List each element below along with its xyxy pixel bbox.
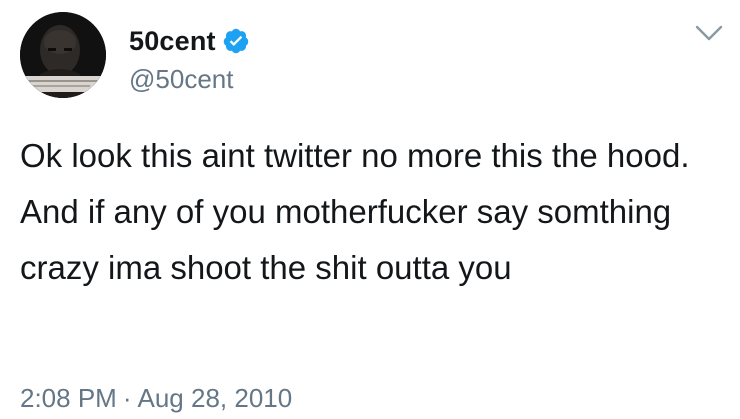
meta-separator: · — [122, 383, 132, 413]
tweet-text: Ok look this aint twitter no more this t… — [20, 137, 690, 286]
tweet-time: 2:08 PM — [20, 383, 117, 413]
profile-photo — [20, 12, 106, 98]
tweet-timestamp[interactable]: 2:08 PM · Aug 28, 2010 — [20, 383, 292, 414]
author-name-row: 50cent — [129, 24, 250, 58]
chevron-down-icon[interactable] — [694, 22, 724, 44]
avatar[interactable] — [20, 12, 106, 98]
author-display-name[interactable]: 50cent — [129, 26, 216, 57]
tweet-card: 50cent @50cent Ok look this aint twitter… — [0, 0, 740, 419]
author-handle[interactable]: @50cent — [129, 64, 233, 95]
tweet-date: Aug 28, 2010 — [137, 383, 293, 413]
verified-badge-icon — [223, 28, 248, 54]
